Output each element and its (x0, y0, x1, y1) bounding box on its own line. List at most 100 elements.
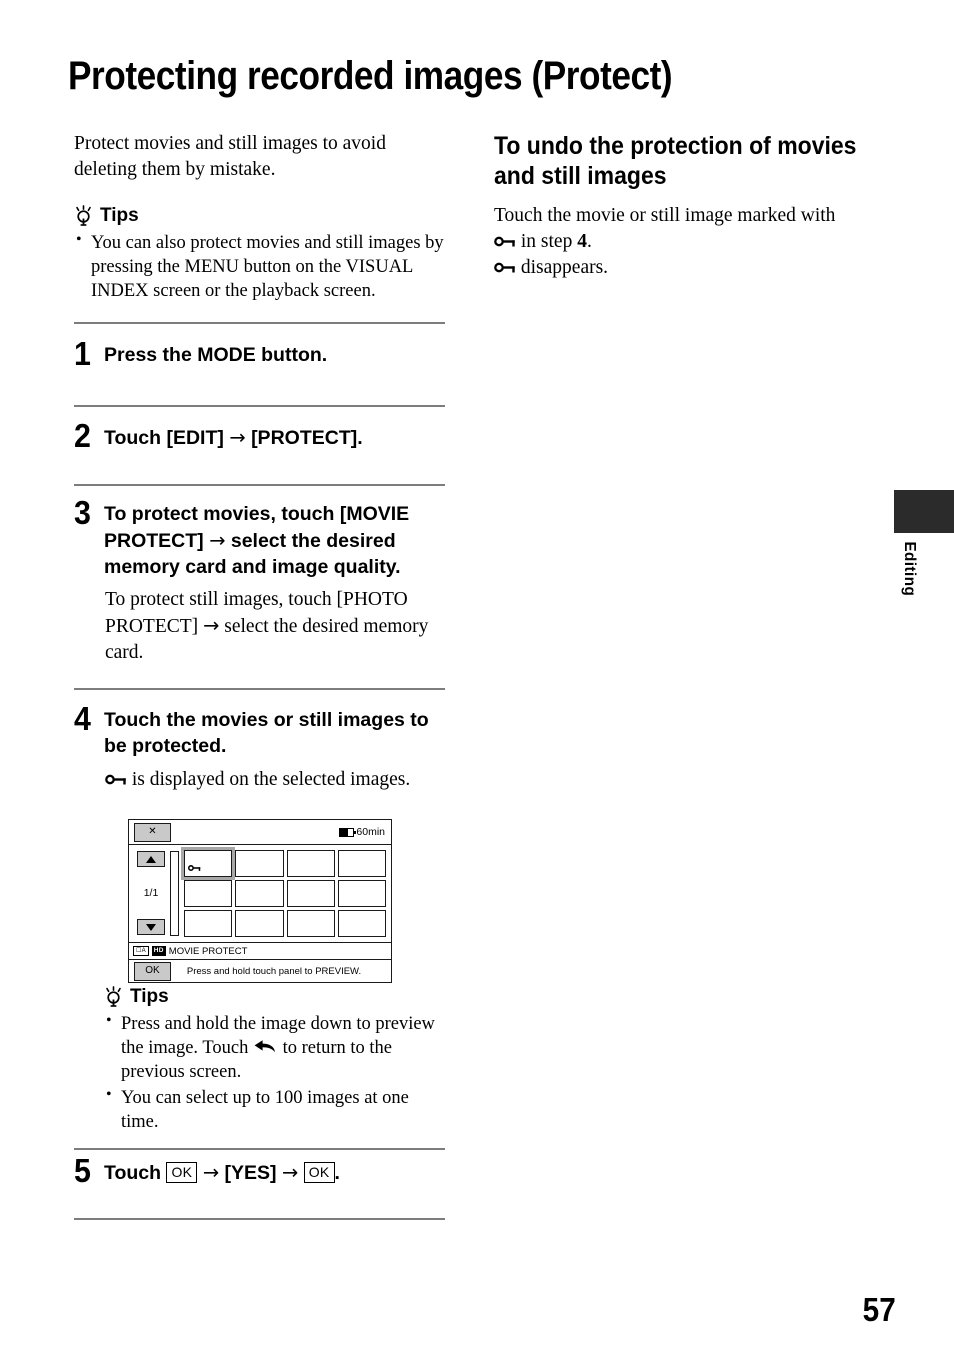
paragraph-text: Touch the movie or still image marked wi… (494, 205, 836, 226)
page-title: Protecting recorded images (Protect) (68, 53, 673, 98)
paragraph-text: in step (520, 230, 573, 252)
step-3-subtext: To protect still images, touch [PHOTO PR… (105, 587, 449, 666)
step-number: 2 (74, 417, 91, 454)
step-text: [YES] (224, 1162, 277, 1184)
protect-key-icon (494, 235, 516, 248)
divider-rule (74, 405, 445, 407)
arrow-icon: → (202, 1161, 220, 1184)
right-column: To undo the protection of movies and sti… (494, 131, 866, 281)
step-number: 4 (74, 700, 91, 737)
battery-status: 60min (339, 826, 385, 838)
step-title: Touch OK → [YES] → OK. (104, 1155, 449, 1187)
intro-paragraph: Protect movies and still images to avoid… (74, 133, 386, 180)
down-arrow-icon[interactable] (137, 919, 165, 935)
ok-button[interactable]: OK (134, 961, 171, 981)
step-title: Press the MODE button. (104, 344, 328, 366)
divider-rule (74, 484, 445, 486)
paragraph-text: . (586, 230, 592, 252)
undo-paragraph: Touch the movie or still image marked wi… (494, 203, 866, 281)
camera-screen-figure: ✕ 60min 1/1 ☐A HD MOVIE PROTECT OK Press… (128, 819, 392, 983)
thumbnail-item[interactable] (235, 880, 284, 907)
ok-button-glyph: OK (303, 1162, 335, 1183)
thumbnail-item[interactable] (286, 850, 335, 877)
battery-time-label: 60min (356, 826, 385, 838)
side-tab-marker (894, 490, 954, 533)
thumbnail-item[interactable] (235, 850, 284, 877)
thumbnail-item[interactable] (184, 880, 233, 907)
protect-key-icon (494, 261, 516, 274)
step-number: 3 (74, 494, 91, 531)
tips-heading-top: Tips (74, 205, 445, 227)
step-text: Touch [EDIT] (104, 427, 224, 449)
lightbulb-icon (74, 204, 93, 227)
up-arrow-icon[interactable] (137, 851, 165, 867)
arrow-icon: → (229, 426, 246, 449)
side-tab-label: Editing (901, 541, 918, 597)
step-note-text: is displayed on the selected images. (131, 768, 411, 790)
status-label: MOVIE PROTECT (168, 945, 248, 957)
bottom-tips-block: Tips Press and hold the image down to pr… (104, 986, 449, 1136)
divider-rule (74, 322, 445, 324)
thumbnail-item[interactable] (286, 910, 335, 937)
thumbnail-item[interactable] (337, 880, 386, 907)
scrollbar[interactable] (170, 851, 179, 936)
thumbnail-item[interactable] (286, 880, 335, 907)
protect-key-icon (105, 773, 127, 786)
step-number: 1 (74, 335, 91, 372)
step-2: 2 Touch [EDIT] → [PROTECT]. (74, 417, 449, 454)
step-title: Touch [EDIT] → [PROTECT]. (104, 420, 449, 452)
step-4-note: is displayed on the selected images. (105, 767, 449, 793)
tips-label: Tips (130, 986, 169, 1007)
step-3: 3 To protect movies, touch [MOVIE PROTEC… (74, 494, 449, 666)
step-reference-number: 4 (577, 230, 587, 252)
list-item: You can also protect movies and still im… (74, 230, 445, 303)
arrow-icon: → (203, 613, 220, 637)
step-text: [PROTECT]. (251, 427, 363, 449)
left-column: Protect movies and still images to avoid… (74, 131, 445, 305)
arrow-icon: → (281, 1161, 299, 1184)
screen-top-bar: ✕ 60min (129, 820, 391, 845)
screen-bottom-bar: OK Press and hold touch panel to PREVIEW… (129, 960, 391, 982)
step-title: Touch the movies or still images to be p… (104, 709, 429, 757)
step-5: 5 Touch OK → [YES] → OK. (74, 1152, 449, 1189)
screen-nav-column: 1/1 (133, 850, 169, 937)
step-4: 4 Touch the movies or still images to be… (74, 700, 449, 793)
list-item: Press and hold the image down to preview… (104, 1011, 449, 1084)
page-number: 57 (862, 1291, 896, 1328)
tips-list-top: You can also protect movies and still im… (74, 230, 445, 303)
page-indicator: 1/1 (143, 886, 159, 899)
tips-list-bottom: Press and hold the image down to preview… (104, 1011, 449, 1134)
thumbnail-item[interactable] (337, 850, 386, 877)
step-number: 5 (74, 1152, 91, 1189)
return-arrow-icon (253, 1039, 278, 1055)
step-text: . (334, 1162, 340, 1184)
screen-body: 1/1 (129, 845, 391, 943)
step-1: 1 Press the MODE button. (74, 335, 449, 372)
divider-rule (74, 1218, 445, 1220)
step-text: Touch (104, 1162, 162, 1184)
thumbnail-item[interactable] (235, 910, 284, 937)
thumbnail-item[interactable] (184, 910, 233, 937)
thumbnail-grid (180, 847, 386, 937)
divider-rule (74, 1148, 445, 1150)
section-heading: To undo the protection of movies and sti… (494, 132, 857, 190)
divider-rule (74, 688, 445, 690)
screen-status-bar: ☐A HD MOVIE PROTECT (129, 943, 391, 960)
close-icon[interactable]: ✕ (134, 822, 171, 842)
thumbnail-item[interactable] (180, 847, 236, 880)
ok-button-glyph: OK (166, 1162, 198, 1183)
protect-key-icon (188, 864, 201, 872)
document-page: Protecting recorded images (Protect) Pro… (0, 0, 954, 1357)
tips-label: Tips (100, 204, 139, 226)
list-item: You can select up to 100 images at one t… (104, 1085, 449, 1134)
hd-quality-icon: HD (151, 945, 166, 957)
step-title: To protect movies, touch [MOVIE PROTECT]… (104, 497, 449, 581)
thumbnail-item[interactable] (337, 910, 386, 937)
paragraph-text: disappears. (520, 256, 609, 278)
arrow-icon: → (209, 528, 226, 552)
tips-heading-bottom: Tips (104, 986, 449, 1008)
battery-icon (339, 827, 357, 837)
hint-text: Press and hold touch panel to PREVIEW. (186, 965, 362, 977)
lightbulb-icon (104, 986, 123, 1008)
memory-card-icon: ☐A (133, 946, 149, 956)
